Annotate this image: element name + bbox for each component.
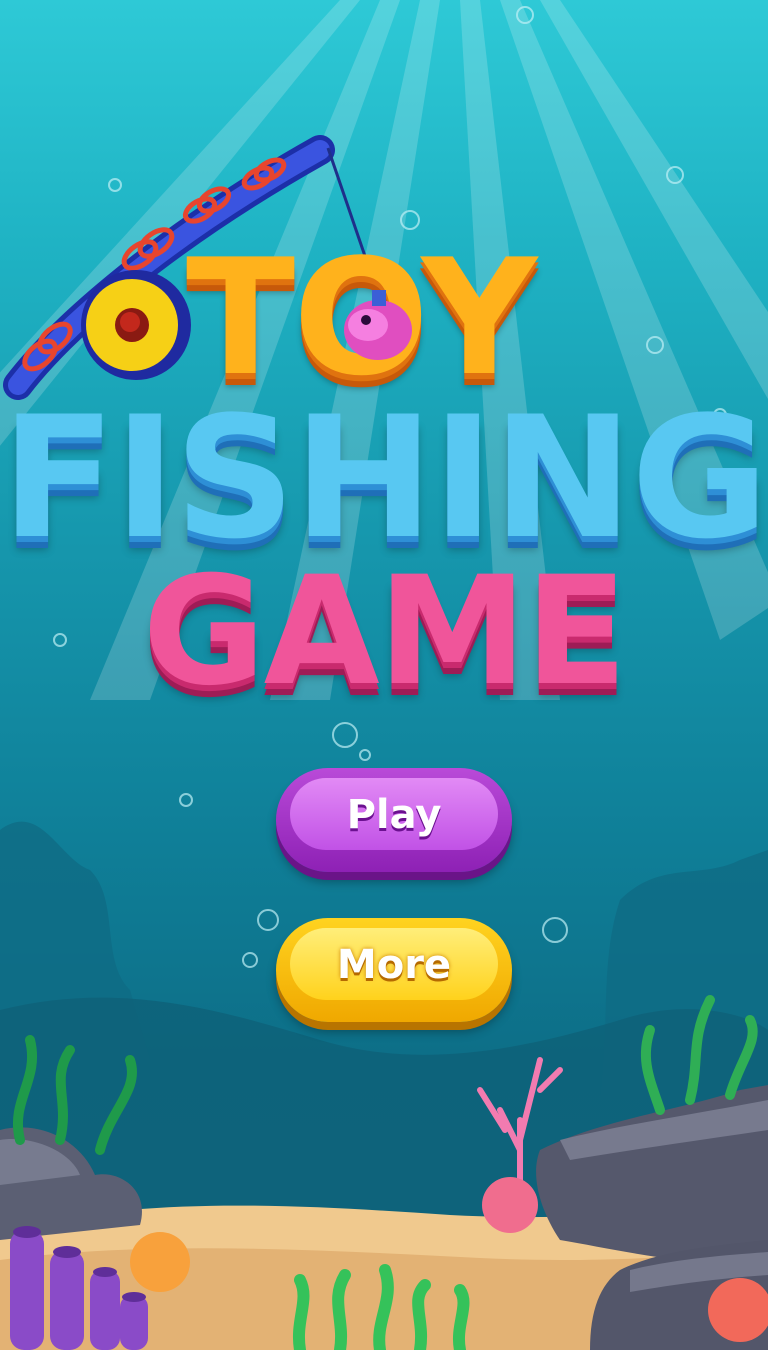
game-screen: TOY FISHING GAME Play More	[0, 0, 768, 1350]
play-button-label: Play	[346, 792, 442, 838]
play-button[interactable]: Play	[276, 768, 512, 872]
reel-icon	[81, 270, 191, 380]
title-game: GAME	[142, 545, 628, 719]
more-button[interactable]: More	[276, 918, 512, 1022]
title-fishing: FISHING	[1, 380, 768, 576]
more-button-label: More	[336, 942, 452, 988]
